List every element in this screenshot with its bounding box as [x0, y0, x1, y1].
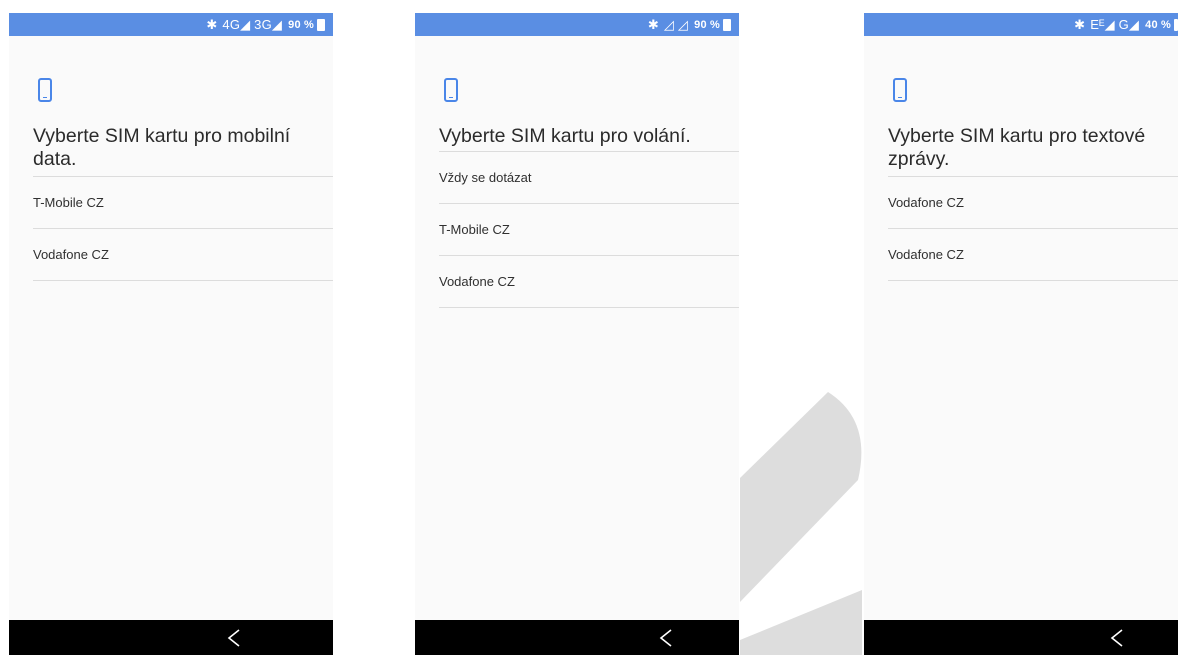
- phone-screen-mobile-data: ✱ 4G◢ 3G◢ 90 % Vyberte SIM kartu pro mob…: [9, 13, 333, 655]
- phone-screen-calls: ✱ ◿ ◿ 90 % Vyberte SIM kartu pro volání.…: [415, 13, 739, 655]
- status-bar: ✱ 4G◢ 3G◢ 90 %: [9, 13, 333, 36]
- battery-level: 90 %: [694, 18, 720, 31]
- battery-icon: [1174, 18, 1178, 31]
- battery-icon: [317, 18, 325, 31]
- sim-option-vodafone-1[interactable]: Vodafone CZ: [888, 176, 1178, 229]
- network-indicator: ◿ ◿: [663, 16, 689, 32]
- sim-option-vodafone[interactable]: Vodafone CZ: [33, 229, 333, 281]
- battery-icon: [723, 18, 731, 31]
- bluetooth-icon: ✱: [1074, 16, 1086, 32]
- page-title: Vyberte SIM kartu pro textové zprávy.: [888, 125, 1146, 170]
- navigation-bar: [864, 620, 1178, 655]
- status-bar: ✱ Eᴱ◢ G◢ 40 %: [864, 13, 1178, 36]
- back-icon[interactable]: [659, 629, 673, 647]
- bluetooth-icon: ✱: [206, 16, 218, 32]
- status-bar: ✱ ◿ ◿ 90 %: [415, 13, 739, 36]
- sim-option-vodafone-2[interactable]: Vodafone CZ: [888, 229, 1178, 281]
- phone-icon: [38, 78, 52, 102]
- sim-option-vodafone[interactable]: Vodafone CZ: [439, 256, 739, 308]
- network-indicator: Eᴱ◢ G◢: [1090, 16, 1140, 32]
- sim-option-always-ask[interactable]: Vždy se dotázat: [439, 151, 739, 204]
- sim-list: Vodafone CZ Vodafone CZ: [888, 176, 1178, 281]
- bluetooth-icon: ✱: [647, 16, 659, 32]
- sim-list: T-Mobile CZ Vodafone CZ: [33, 176, 333, 281]
- page-title: Vyberte SIM kartu pro mobilní data.: [33, 125, 291, 170]
- back-icon[interactable]: [1110, 629, 1124, 647]
- back-icon[interactable]: [227, 629, 241, 647]
- navigation-bar: [415, 620, 739, 655]
- sim-option-tmobile[interactable]: T-Mobile CZ: [439, 204, 739, 256]
- phone-icon: [893, 78, 907, 102]
- sim-list: Vždy se dotázat T-Mobile CZ Vodafone CZ: [439, 151, 739, 308]
- phone-screen-text-messages: ✱ Eᴱ◢ G◢ 40 % Vyberte SIM kartu pro text…: [864, 13, 1178, 655]
- sim-option-tmobile[interactable]: T-Mobile CZ: [33, 176, 333, 229]
- battery-level: 40 %: [1145, 18, 1171, 31]
- phone-icon: [444, 78, 458, 102]
- navigation-bar: [9, 620, 333, 655]
- network-indicator: 4G◢ 3G◢: [222, 16, 283, 32]
- page-title: Vyberte SIM kartu pro volání.: [439, 125, 691, 147]
- battery-level: 90 %: [288, 18, 314, 31]
